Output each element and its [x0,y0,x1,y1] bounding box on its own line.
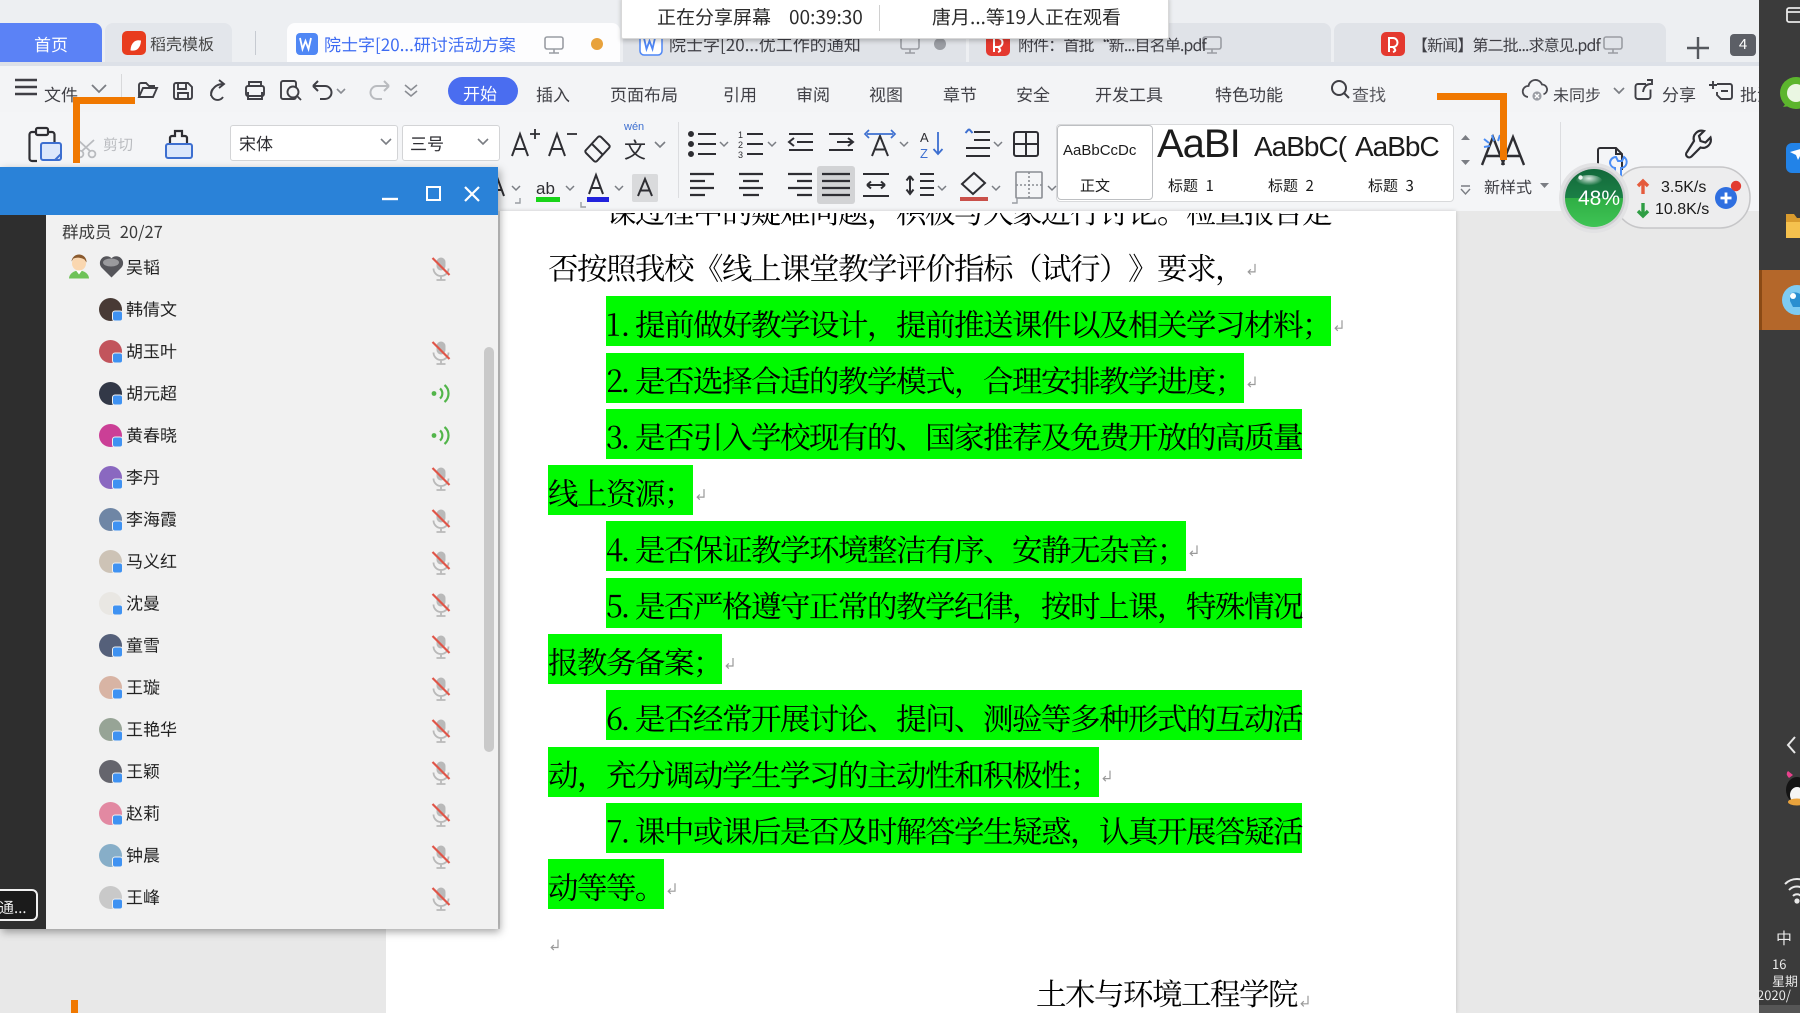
svg-text:3: 3 [738,150,743,160]
svg-text:1: 1 [738,130,743,140]
svg-text:A: A [920,130,929,145]
svg-text:ab: ab [536,179,555,198]
svg-text:wén: wén [623,121,644,133]
svg-text:2: 2 [738,140,743,150]
svg-text:Z: Z [920,146,928,161]
